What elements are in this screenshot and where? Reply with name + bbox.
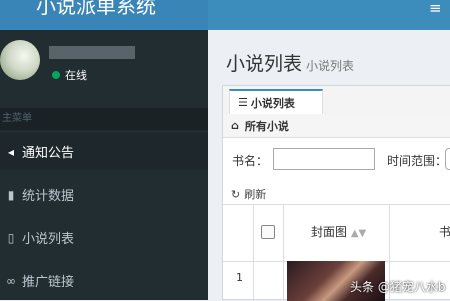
tab-novel-list[interactable]: ☰ 小说列表 [229, 89, 323, 114]
sidebar-item-stats[interactable]: ▮ 统计数据 [0, 176, 208, 213]
panel-heading: ⌂ 所有小说 [223, 114, 450, 138]
column-header-cover[interactable]: 封面图 ▲▼ [311, 223, 366, 240]
sort-icon: ▲▼ [350, 228, 367, 239]
name-input[interactable] [273, 148, 375, 170]
column-divider [253, 204, 254, 301]
page-subtitle: 小说列表 [306, 59, 355, 73]
sidebar-item-label: 通知公告 [22, 146, 75, 161]
link-icon: ∞ [6, 273, 16, 288]
hamburger-icon[interactable]: ≡ [429, 0, 442, 17]
online-label: 在线 [65, 69, 87, 82]
row-number: 1 [236, 271, 243, 284]
tab-label: 小说列表 [250, 96, 295, 110]
name-label: 书名： [232, 154, 269, 168]
book-icon: ▯ [7, 230, 15, 245]
page-title-text: 小说列表 [226, 53, 303, 75]
logo-bar: 小说派单系统 [0, 0, 208, 30]
panel-title: 所有小说 [244, 119, 289, 133]
sidebar-item-notice[interactable]: ◂ 通知公告 [0, 133, 208, 170]
date-range-label: 时间范围： [387, 154, 448, 168]
avatar [0, 40, 40, 80]
refresh-icon: ↻ [231, 187, 241, 201]
online-dot-icon [52, 71, 60, 79]
tab-bar: ☰ 小说列表 [223, 86, 450, 115]
volume-icon: ◂ [7, 144, 15, 159]
refresh-label: 刷新 [244, 188, 267, 201]
select-all-checkbox[interactable] [261, 225, 275, 239]
home-icon: ⌂ [231, 119, 239, 132]
column-header-book[interactable]: 书 [439, 223, 450, 240]
brand-title[interactable]: 小说派单系统 [36, 0, 156, 19]
date-range-input[interactable] [445, 148, 450, 170]
sidebar-item-novels[interactable]: ▯ 小说列表 [0, 219, 208, 256]
sidebar-item-label: 统计数据 [22, 189, 75, 204]
list-icon: ☰ [238, 96, 248, 109]
bar-chart-icon: ▮ [7, 187, 15, 202]
sidebar-item-links[interactable]: ∞ 推广链接 [0, 262, 208, 299]
column-label: 封面图 [311, 225, 348, 239]
watermark: 头条 @猪宠八水b [350, 280, 446, 294]
sidebar-item-label: 小说列表 [22, 232, 75, 247]
top-navbar: ≡ [208, 0, 450, 30]
refresh-button[interactable]: ↻ 刷新 [231, 186, 266, 202]
menu-header: 主菜单 [0, 108, 208, 130]
sidebar-item-label: 推广链接 [22, 275, 75, 290]
user-name-redacted [49, 46, 135, 59]
column-divider [283, 204, 284, 301]
novel-list-box: ☰ 小说列表 ⌂ 所有小说 书名： 时间范围： ↻ 刷新 封面图 ▲▼ 书 1 [222, 85, 450, 301]
page-title: 小说列表 小说列表 [226, 49, 354, 76]
online-status: 在线 [52, 67, 87, 83]
